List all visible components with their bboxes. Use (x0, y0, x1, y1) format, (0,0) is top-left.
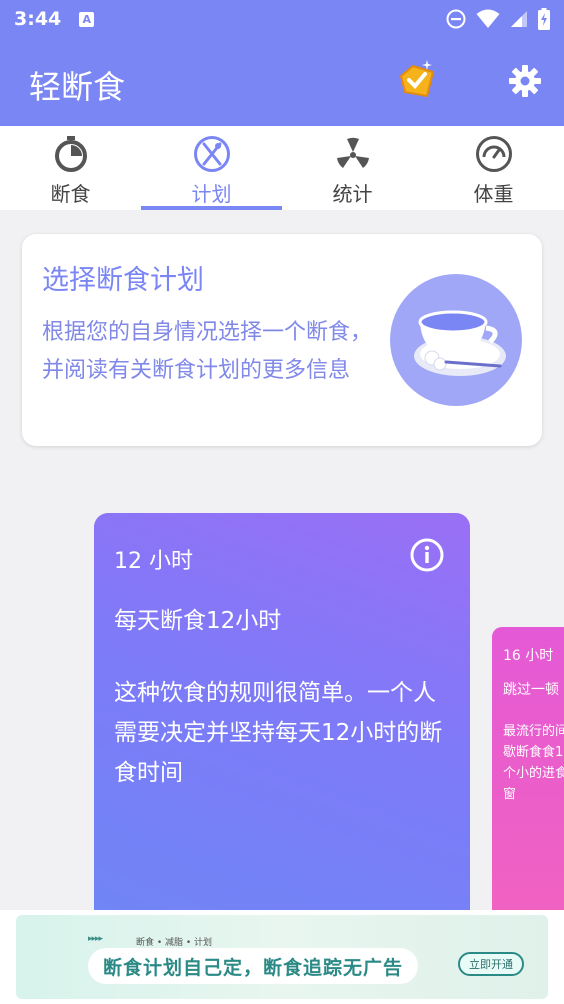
app-bar: 轻断食 (0, 38, 564, 126)
status-bar: 3:44 A (0, 0, 564, 38)
plan-description: 这种饮食的规则很简单。一个人需要决定并坚持每天12小时的断食时间 (114, 680, 443, 786)
do-not-disturb-icon (446, 9, 466, 29)
tab-bar: 断食 计划 统计 体重 (0, 126, 564, 210)
tab-plan-label: 计划 (191, 182, 232, 206)
tab-weight-label: 体重 (473, 182, 514, 206)
tab-stats[interactable]: 统计 (282, 126, 423, 210)
vip-diamond-icon[interactable] (393, 58, 441, 106)
plan-subtitle: 跳过一顿 (503, 682, 559, 698)
radiation-chart-icon (336, 137, 369, 168)
ad-banner[interactable]: ▸▸▸▸ 断食 • 减脂 • 计划 断食计划自己定，断食追踪无广告 立即开通 (16, 915, 548, 999)
signal-icon (511, 11, 527, 27)
tab-fasting-label: 断食 (50, 182, 91, 206)
plan-hours: 12 小时 (114, 549, 193, 574)
battery-icon (538, 8, 550, 30)
fork-knife-icon (193, 136, 230, 172)
info-card-title: 选择断食计划 (42, 265, 204, 296)
notification-badge-icon: A (79, 11, 95, 27)
plan-info-card: 选择断食计划 根据您的自身情况选择一个断食，并阅读有关断食计划的更多信息 (22, 234, 542, 446)
ad-tagline: 断食 • 减脂 • 计划 (136, 938, 213, 948)
tab-weight[interactable]: 体重 (423, 126, 564, 210)
app-title: 轻断食 (29, 68, 126, 106)
ad-headline: 断食计划自己定，断食追踪无广告 (88, 948, 418, 984)
ad-arrows-icon: ▸▸▸▸ (88, 934, 103, 944)
info-icon[interactable] (410, 538, 444, 572)
plan-description: 最流行的间歇断食食16个小的进食窗 (503, 724, 564, 802)
ad-open-button[interactable]: 立即开通 (458, 952, 524, 976)
coffee-cup-icon (390, 274, 522, 406)
scale-gauge-icon (475, 136, 512, 172)
wifi-icon (476, 9, 500, 28)
plan-hours: 16 小时 (503, 648, 554, 664)
plan-card-12h[interactable]: 12 小时 每天断食12小时 这种饮食的规则很简单。一个人需要决定并坚持每天12… (94, 513, 470, 933)
tab-plan[interactable]: 计划 (141, 126, 282, 210)
info-card-description: 根据您的自身情况选择一个断食，并阅读有关断食计划的更多信息 (42, 320, 373, 383)
plan-card-16h[interactable]: 16 小时 跳过一顿 最流行的间歇断食食16个小的进食窗 (492, 627, 564, 927)
status-time: 3:44 (14, 8, 62, 30)
plan-subtitle: 每天断食12小时 (114, 608, 282, 634)
gear-icon[interactable] (508, 64, 542, 98)
ad-area: ▸▸▸▸ 断食 • 减脂 • 计划 断食计划自己定，断食追踪无广告 立即开通 (0, 910, 564, 1004)
tab-stats-label: 统计 (332, 182, 373, 206)
tab-fasting[interactable]: 断食 (0, 126, 141, 210)
stopwatch-icon (54, 136, 87, 172)
status-icons (446, 8, 550, 30)
